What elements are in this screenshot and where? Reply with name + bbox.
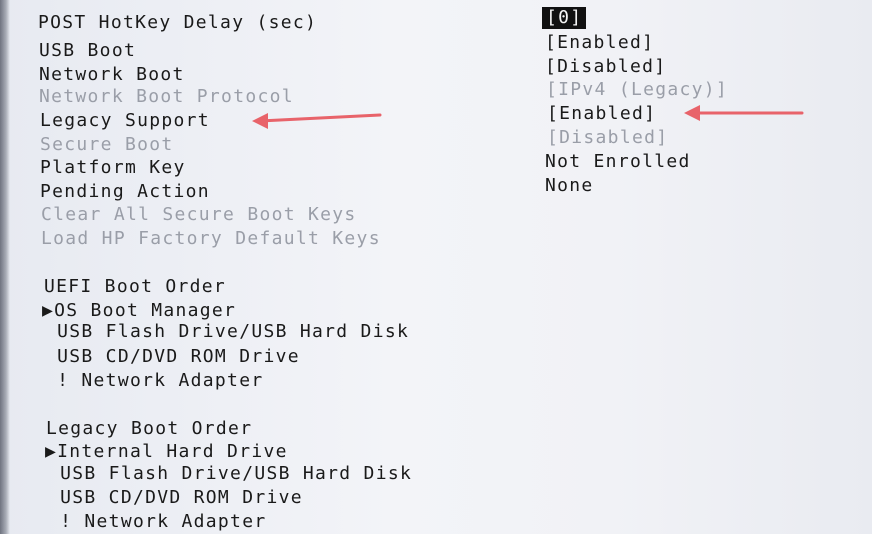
usb-boot-label[interactable]: USB Boot — [39, 40, 136, 62]
uefi-boot-item[interactable]: USB CD/DVD ROM Drive — [45, 346, 300, 368]
post-hotkey-delay-label[interactable]: POST HotKey Delay (sec) — [38, 12, 317, 34]
legacy-boot-item[interactable]: USB Flash Drive/USB Hard Disk — [48, 463, 412, 485]
legacy-boot-order-title: Legacy Boot Order — [46, 418, 253, 439]
network-boot-protocol-label: Network Boot Protocol — [39, 86, 294, 107]
uefi-boot-item[interactable]: USB Flash Drive/USB Hard Disk — [45, 321, 409, 343]
network-boot-protocol-value: [IPv4 (Legacy)] — [546, 79, 729, 100]
secure-boot-value: [Disabled] — [547, 127, 669, 148]
platform-key-label[interactable]: Platform Key — [40, 157, 186, 179]
usb-boot-value[interactable]: [Enabled] — [545, 32, 654, 54]
clear-secure-boot-keys-item: Clear All Secure Boot Keys — [41, 204, 357, 225]
network-boot-label[interactable]: Network Boot — [39, 64, 185, 86]
legacy-support-value[interactable]: [Enabled] — [547, 103, 656, 125]
post-hotkey-delay-value[interactable]: [0] — [542, 7, 587, 29]
bios-screen: POST HotKey Delay (sec) USB Boot Network… — [0, 0, 872, 534]
load-hp-factory-keys-item: Load HP Factory Default Keys — [41, 228, 381, 249]
pending-action-value: None — [545, 175, 594, 196]
annotation-arrow-right-icon — [684, 105, 804, 121]
secure-boot-label: Secure Boot — [40, 134, 174, 155]
legacy-boot-item[interactable]: USB CD/DVD ROM Drive — [48, 487, 303, 509]
platform-key-value: Not Enrolled — [545, 151, 691, 172]
screen-bezel-edge — [0, 0, 10, 534]
network-boot-value[interactable]: [Disabled] — [545, 56, 666, 78]
annotation-arrow-left-icon — [252, 113, 382, 129]
uefi-boot-item[interactable]: ! Network Adapter — [45, 370, 263, 392]
uefi-boot-item[interactable]: ▶OS Boot Manager — [42, 300, 236, 322]
legacy-boot-item[interactable]: ! Network Adapter — [48, 511, 266, 533]
legacy-support-label[interactable]: Legacy Support — [40, 110, 210, 132]
legacy-boot-item[interactable]: ▶Internal Hard Drive — [45, 441, 288, 463]
pending-action-label[interactable]: Pending Action — [40, 181, 210, 203]
uefi-boot-order-title: UEFI Boot Order — [44, 276, 227, 297]
